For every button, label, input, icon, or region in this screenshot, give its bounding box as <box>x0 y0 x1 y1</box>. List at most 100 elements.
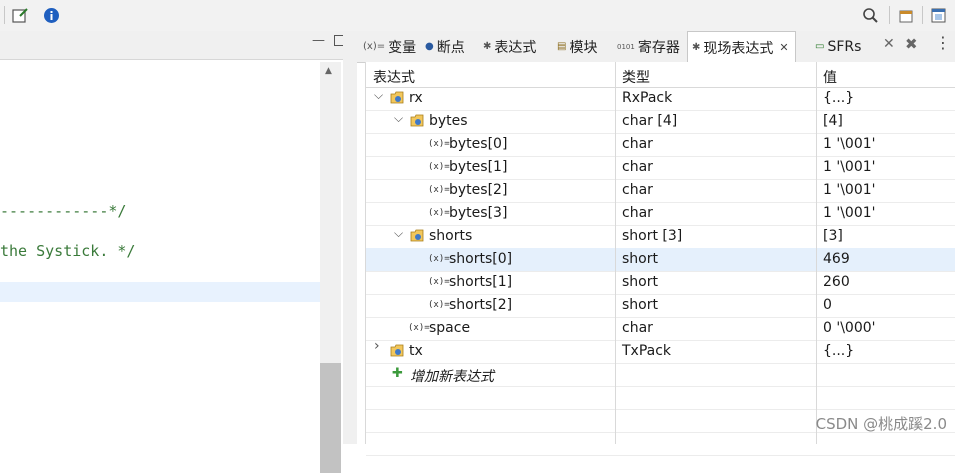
chevron-down-icon[interactable]: ⌵ <box>394 112 404 124</box>
expression-value[interactable]: {...} <box>823 90 854 106</box>
expression-name: bytes[2] <box>449 182 508 198</box>
chevron-right-icon[interactable]: › <box>374 339 384 353</box>
scroll-up-icon[interactable]: ▲ <box>325 66 332 76</box>
struct-icon <box>390 91 404 104</box>
perspective-icon[interactable] <box>898 7 915 24</box>
expression-type: RxPack <box>622 90 673 106</box>
table-row[interactable]: (x)= shorts[1] short 260 <box>366 271 955 295</box>
chevron-down-icon[interactable]: ⌵ <box>394 227 404 239</box>
window-icon[interactable] <box>930 7 947 24</box>
info-icon[interactable] <box>43 7 60 24</box>
expression-type: char [4] <box>622 113 678 129</box>
add-expression-row[interactable]: ✚ 增加新表达式 <box>366 363 955 387</box>
struct-icon <box>390 344 404 357</box>
expression-type: short <box>622 274 658 290</box>
expression-value[interactable]: {...} <box>823 343 854 359</box>
table-row[interactable]: (x)= bytes[3] char 1 '\001' <box>366 202 955 226</box>
struct-icon <box>410 114 424 127</box>
expression-type: char <box>622 159 653 175</box>
expression-value[interactable]: 469 <box>823 251 850 267</box>
variable-icon: (x)= <box>428 139 450 149</box>
struct-icon <box>410 229 424 242</box>
code-line: the Systick. */ <box>0 242 136 260</box>
code-line: ------------*/ <box>0 202 127 220</box>
live-expressions-view: (x)= 变量 ● 断点 ✱ 表达式 ▤ 模块 0101 寄存器 ✱ 现场表达式… <box>357 31 955 456</box>
expression-name: bytes <box>429 113 468 129</box>
tab-label: 断点 <box>436 39 465 56</box>
expression-value[interactable]: 1 '\001' <box>823 205 876 221</box>
table-header: 表达式 类型 值 <box>366 62 955 88</box>
expressions-table: 表达式 类型 值 ⌵ rx RxPack {...} ⌵ bytes char [4] [4]… <box>365 62 955 456</box>
tab-label: SFRs <box>827 38 862 55</box>
sfrs-icon: ▭ <box>815 41 825 52</box>
chevron-down-icon[interactable]: ⌵ <box>374 89 384 101</box>
column-divider <box>816 62 817 444</box>
table-row[interactable]: › tx TxPack {...} <box>366 339 955 364</box>
variable-icon: (x)= <box>428 254 450 264</box>
zoom-icon[interactable] <box>862 7 879 24</box>
table-row[interactable]: ⌵ rx RxPack {...} <box>366 87 955 111</box>
column-header-value[interactable]: 值 <box>823 67 837 87</box>
column-header-type[interactable]: 类型 <box>622 67 650 87</box>
expression-name: shorts[0] <box>449 251 513 267</box>
tab-label: 表达式 <box>494 39 537 56</box>
expression-type: char <box>622 136 653 152</box>
expression-value[interactable]: [3] <box>823 228 843 244</box>
table-row[interactable]: (x)= bytes[0] char 1 '\001' <box>366 133 955 157</box>
table-row[interactable]: (x)= space char 0 '\000' <box>366 317 955 341</box>
watermark: CSDN @桃成蹊2.0 <box>815 415 947 433</box>
tab-sfrs[interactable]: ▭ SFRs <box>815 31 861 62</box>
add-icon: ✚ <box>392 366 403 381</box>
breakpoint-icon: ● <box>425 41 434 52</box>
main-toolbar <box>0 0 955 32</box>
new-item-icon[interactable] <box>12 7 29 24</box>
expression-name: bytes[3] <box>449 205 508 221</box>
minimize-icon[interactable]: — <box>312 33 325 48</box>
expression-name: rx <box>409 90 423 106</box>
variables-icon: (x)= <box>363 41 386 52</box>
tab-live-expressions[interactable]: ✱ 现场表达式 ✕ <box>687 31 796 63</box>
expression-type: short [3] <box>622 228 683 244</box>
toolbar-separator <box>889 6 890 24</box>
view-menu-icon[interactable]: ⋮ <box>935 33 951 52</box>
registers-icon: 0101 <box>617 42 635 51</box>
tab-breakpoints[interactable]: ● 断点 <box>425 31 465 62</box>
expression-value[interactable]: 0 <box>823 297 832 313</box>
expression-value[interactable]: 0 '\000' <box>823 320 876 336</box>
expression-value[interactable]: 260 <box>823 274 850 290</box>
editor-scrollbar[interactable]: ▲ <box>320 62 341 473</box>
table-row[interactable]: (x)= bytes[2] char 1 '\001' <box>366 179 955 203</box>
table-row[interactable]: (x)= shorts[2] short 0 <box>366 294 955 318</box>
tab-modules[interactable]: ▤ 模块 <box>557 31 597 62</box>
expression-type: char <box>622 205 653 221</box>
variable-icon: (x)= <box>408 323 430 333</box>
table-row[interactable]: (x)= bytes[1] char 1 '\001' <box>366 156 955 180</box>
remove-all-icon[interactable]: ✖ <box>905 35 918 53</box>
expression-name: shorts[2] <box>449 297 513 313</box>
remove-icon[interactable]: ✕ <box>883 36 895 52</box>
toolbar-separator <box>922 6 923 24</box>
scrollbar-thumb[interactable] <box>320 363 341 473</box>
tab-expressions[interactable]: ✱ 表达式 <box>483 31 536 62</box>
variable-icon: (x)= <box>428 208 450 218</box>
add-expression-label[interactable]: 增加新表达式 <box>410 366 494 386</box>
expression-value[interactable]: 1 '\001' <box>823 136 876 152</box>
expression-value[interactable]: 1 '\001' <box>823 182 876 198</box>
modules-icon: ▤ <box>557 41 567 52</box>
tab-registers[interactable]: 0101 寄存器 <box>617 31 680 62</box>
expression-value[interactable]: 1 '\001' <box>823 159 876 175</box>
table-row[interactable]: ⌵ shorts short [3] [3] <box>366 225 955 249</box>
column-header-expression[interactable]: 表达式 <box>373 67 415 87</box>
table-row[interactable]: (x)= shorts[0] short 469 <box>366 248 955 272</box>
code-editor[interactable]: — ------------*/ the Systick. */ ▲ <box>0 31 357 473</box>
expression-type: short <box>622 297 658 313</box>
expression-icon: ✱ <box>483 41 492 52</box>
table-row[interactable]: ⌵ bytes char [4] [4] <box>366 110 955 134</box>
close-tab-icon[interactable]: ✕ <box>779 41 788 54</box>
panel-divider[interactable] <box>343 31 357 444</box>
tab-variables[interactable]: (x)= 变量 <box>363 31 416 62</box>
variable-icon: (x)= <box>428 277 450 287</box>
tab-label: 模块 <box>569 39 598 56</box>
expression-value[interactable]: [4] <box>823 113 843 129</box>
expression-name: shorts[1] <box>449 274 513 290</box>
